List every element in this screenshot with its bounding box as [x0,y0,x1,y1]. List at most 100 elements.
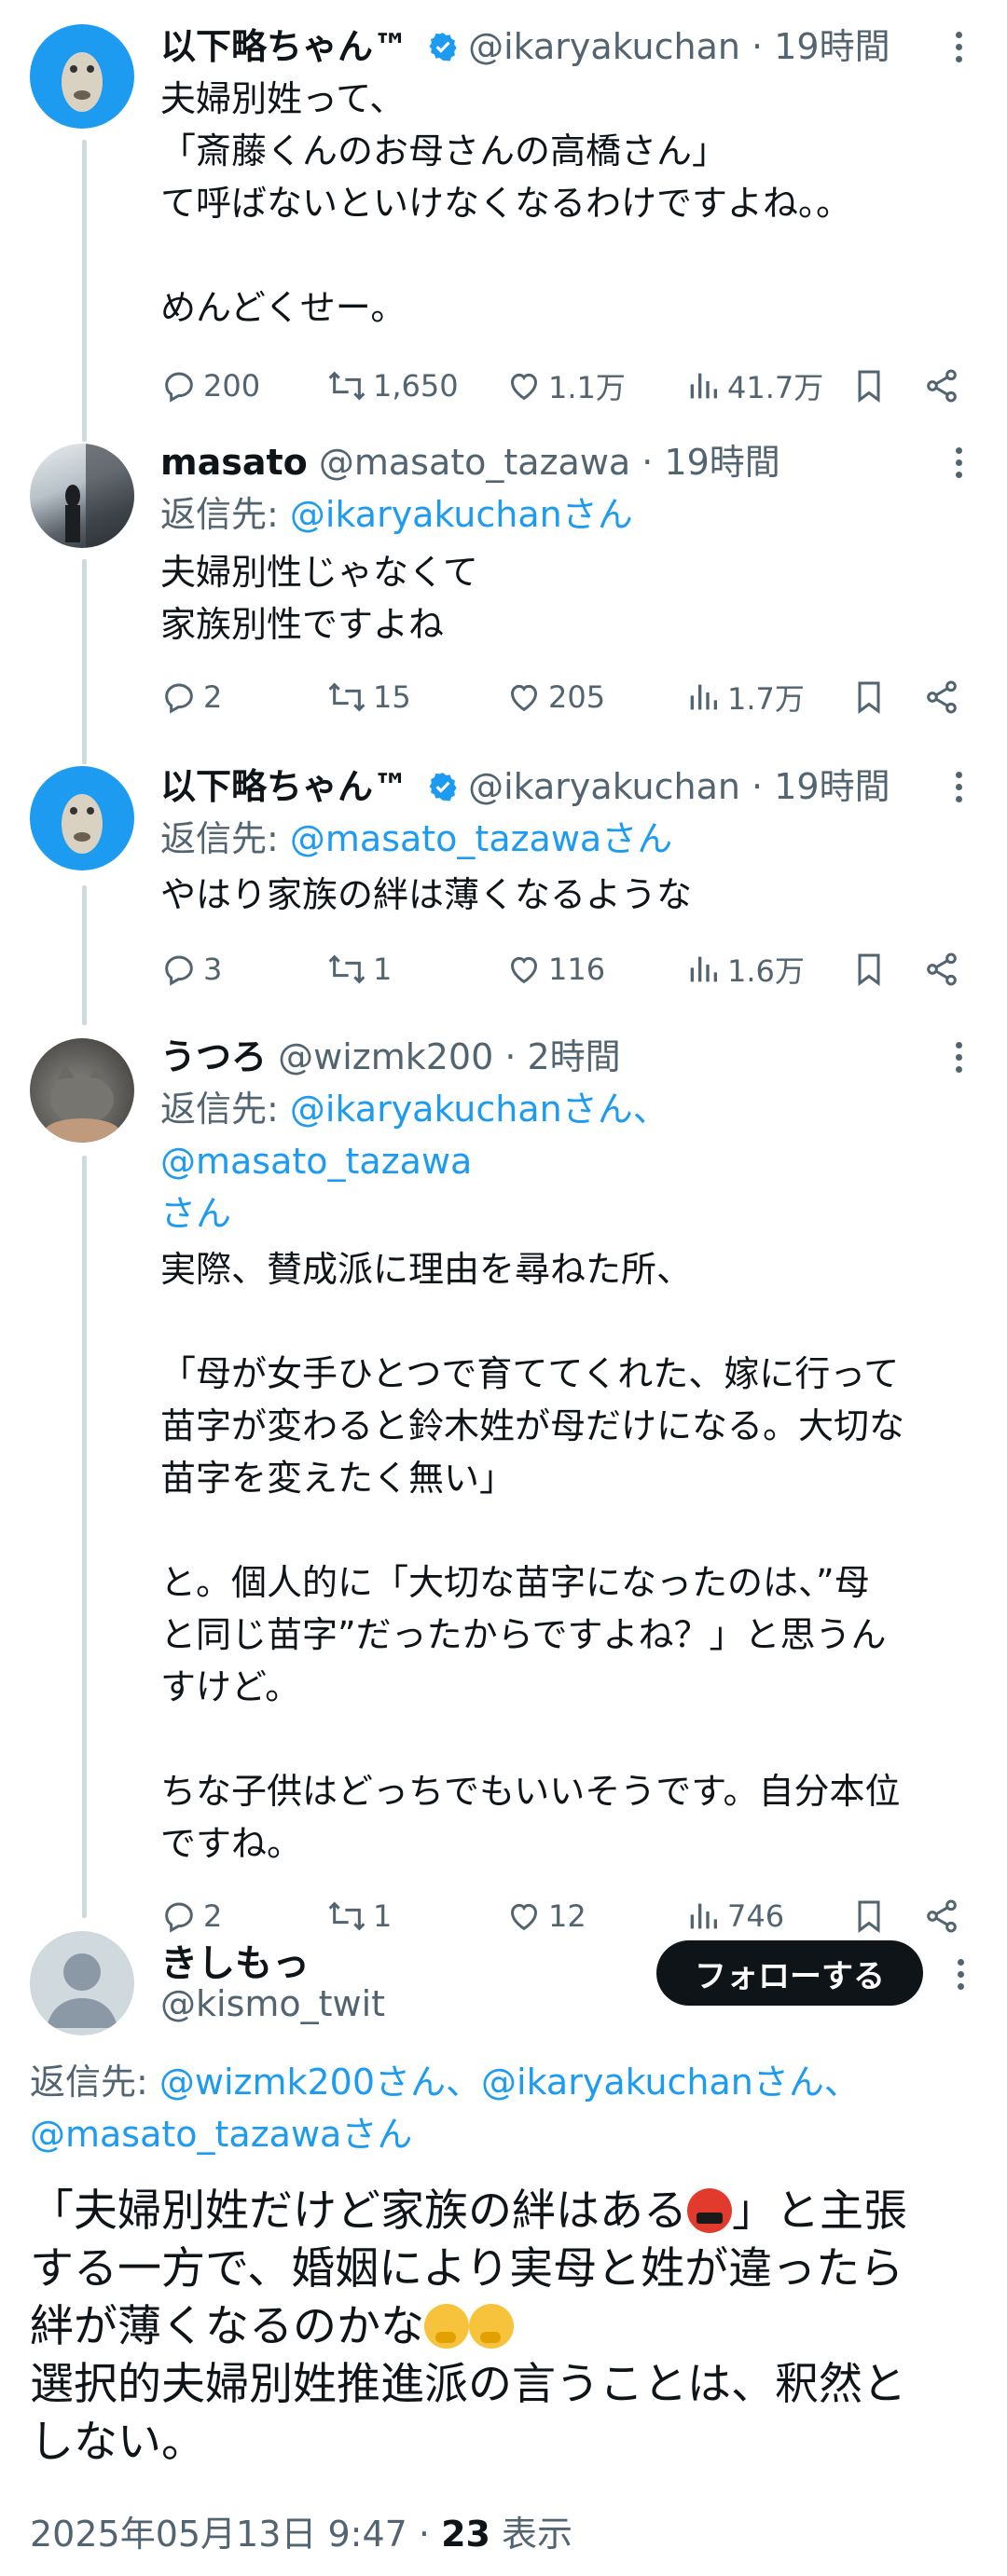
more-icon[interactable] [942,1948,979,2000]
retweet-button[interactable]: 1 [326,941,392,997]
views-count: 1.7万 [727,681,805,717]
share-button[interactable] [923,941,960,997]
reply-to-link[interactable]: @masato_tazawaさん [290,818,672,859]
like-count: 1.1万 [548,370,626,405]
tweet-text: 夫婦別姓って、 「斎藤くんのお母さんの高橋さん」 て呼ばないといけなくなるわけで… [160,78,852,328]
handle[interactable]: @ikaryakuchan [468,26,740,67]
reply-icon [165,1902,193,1933]
avatar[interactable] [30,1038,134,1143]
views-button[interactable]: 746 [684,1888,784,1944]
follow-button[interactable]: フォローする [656,1940,923,2006]
tweet-header: 以下略ちゃん™ @ikaryakuchan · 19時間 [160,760,977,813]
bookmark-button[interactable] [850,358,888,414]
retweet-icon [328,1901,366,1931]
handle[interactable]: @masato_tazawa [319,442,630,483]
reply-to-link[interactable]: @ikaryakuchanさん [290,494,633,535]
angry-face-emoji-icon [687,2188,732,2233]
separator-dot: · [739,26,775,67]
avatar[interactable] [30,24,134,129]
tweet-text: 「夫婦別姓だけど家族の絆はある 」と主張 する一方で、婚姻により実母と姓が違ったら… [30,2183,981,2472]
handle[interactable]: @wizmk200 [278,1036,493,1077]
views-count: 746 [727,1898,785,1934]
display-name[interactable]: 以下略ちゃん™ [160,766,408,807]
bookmark-icon [858,1900,880,1933]
timestamp[interactable]: 2時間 [528,1036,621,1077]
retweet-button[interactable]: 1 [326,1888,392,1944]
views-button[interactable]: 41.7万 [684,358,823,414]
tweet-header: 以下略ちゃん™ @ikaryakuchan · 19時間 [160,21,977,73]
like-button[interactable]: 205 [505,669,605,725]
share-icon [927,369,957,403]
display-name[interactable]: masato [160,442,308,483]
like-count: 205 [548,679,606,715]
retweet-count: 1 [373,952,393,987]
display-name[interactable]: きしもっ [160,1933,310,1987]
reply-count: 2 [203,1898,223,1934]
action-bar: 200 1,650 1.1万 41.7万 [160,358,977,414]
bookmark-button[interactable] [850,669,888,725]
more-icon[interactable] [940,436,977,488]
reply-button[interactable]: 3 [160,941,222,997]
timestamp[interactable]: 19時間 [774,766,890,807]
post-timestamp[interactable]: 2025年05月13日 9:47 [30,2514,407,2555]
retweet-icon [328,682,366,712]
separator-dot: · [407,2514,442,2555]
bookmark-button[interactable] [850,1888,888,1944]
verified-badge-icon [427,764,459,816]
timestamp[interactable]: 19時間 [664,442,779,483]
thinking-face-emoji-icon [424,2304,469,2349]
display-name[interactable]: うつろ [160,1036,267,1077]
more-icon[interactable] [940,760,977,813]
reply-icon [165,372,193,403]
reply-button[interactable]: 200 [160,358,260,414]
tweet-meta: 2025年05月13日 9:47 · 23 表示 [30,2505,572,2556]
heart-icon [510,956,538,984]
reply-button[interactable]: 2 [160,669,222,725]
more-icon[interactable] [940,21,977,73]
retweet-button[interactable]: 1,650 [326,358,459,414]
views-button[interactable]: 1.6万 [684,941,805,997]
retweet-count: 1,650 [373,368,459,404]
views-count: 1.6万 [727,953,805,989]
bookmark-icon [858,953,880,986]
timestamp[interactable]: 19時間 [774,26,890,67]
more-icon[interactable] [940,1031,977,1083]
heart-icon [510,1903,538,1931]
display-name[interactable]: 以下略ちゃん™ [160,26,408,67]
views-icon [690,1903,717,1929]
retweet-icon [328,954,366,984]
tweet-text: やはり家族の絆は薄くなるような [160,874,693,915]
retweet-icon [328,371,366,401]
bookmark-button[interactable] [850,941,888,997]
thread-line [82,1156,87,1918]
like-button[interactable]: 12 [505,1888,586,1944]
avatar[interactable] [30,766,134,870]
handle[interactable]: @ikaryakuchan [468,766,740,807]
reply-to: 返信先: @masato_tazawaさん [160,813,977,865]
heart-icon [510,684,538,712]
reply-count: 200 [203,368,261,404]
reply-to: 返信先: @wizmk200さん、@ikaryakuchanさん、 @masat… [30,2056,977,2160]
reply-to-label: 返信先: [160,1089,290,1130]
share-button[interactable] [923,1888,960,1944]
share-icon [927,680,957,714]
share-button[interactable] [923,669,960,725]
avatar[interactable] [30,1931,134,2035]
separator-dot: · [493,1036,528,1077]
share-icon [927,1899,957,1933]
views-button[interactable]: 1.7万 [684,669,805,725]
reply-icon [165,683,193,714]
avatar[interactable] [30,444,134,548]
share-button[interactable] [923,358,960,414]
like-button[interactable]: 1.1万 [505,358,626,414]
bookmark-icon [858,370,880,403]
retweet-button[interactable]: 15 [326,669,411,725]
handle[interactable]: @kismo_twit [160,1983,385,2024]
share-icon [927,952,957,986]
reply-to-label: 返信先: [160,818,290,859]
tweet-header: うつろ @wizmk200 · 2時間 [160,1031,977,1083]
like-button[interactable]: 116 [505,941,605,997]
like-count: 116 [548,952,606,987]
separator-dot: · [630,442,665,483]
tweet-header: masato @masato_tazawa · 19時間 [160,436,977,488]
